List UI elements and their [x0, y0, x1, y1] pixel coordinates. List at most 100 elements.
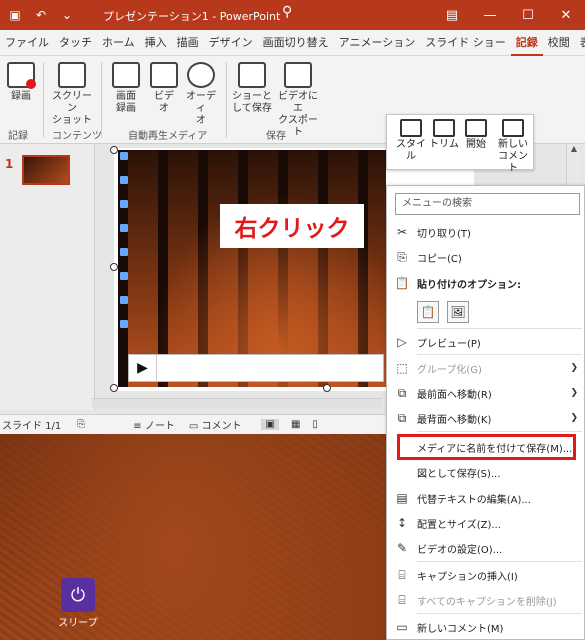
submenu-arrow-icon: ❯ [570, 388, 578, 398]
menu-item-group[interactable]: ⬚ グループ化(G) ❯ [387, 356, 585, 380]
play-icon[interactable]: ▶ [129, 355, 157, 381]
seek-bar[interactable] [157, 355, 383, 381]
tab-slideshow[interactable]: スライド ショー [420, 30, 511, 56]
accessibility-icon[interactable]: ⎘ [77, 419, 85, 430]
audio-label-1: オーディ [186, 91, 216, 114]
tab-animations[interactable]: アニメーション [334, 30, 421, 56]
menu-item-bring-to-front[interactable]: ⧉ 最前面へ移動(R) ❯ [387, 381, 585, 405]
start-label: 開始 [466, 139, 486, 150]
slide-number: 1 [5, 157, 14, 171]
trim-icon [433, 119, 455, 137]
menu-item-label: メディアに名前を付けて保存(M)... [417, 443, 573, 455]
tab-design[interactable]: デザイン [204, 30, 258, 56]
scissors-icon: ✂ [396, 225, 408, 239]
resize-handle[interactable] [110, 146, 118, 154]
group-label-autoplay-media: 自動再生メディア [128, 131, 208, 142]
video-object[interactable] [118, 150, 386, 387]
start-icon [465, 119, 487, 137]
menu-item-save-media-as[interactable]: メディアに名前を付けて保存(M)... [387, 435, 585, 459]
group-label-record: 記録 [8, 131, 28, 142]
notes-button[interactable]: ≡ ノート [133, 417, 175, 432]
tab-record[interactable]: 記録 [510, 30, 543, 56]
trim-button[interactable]: トリム [429, 119, 459, 151]
slide-sorter-icon[interactable]: ▦ [291, 419, 300, 430]
tab-touch[interactable]: タッチ [54, 30, 97, 56]
slide-counter: スライド 1/1 [2, 421, 62, 432]
normal-view-icon[interactable]: ▣ [261, 419, 279, 430]
menu-item-label: ビデオの設定(O)... [417, 544, 503, 556]
paste-keep-source-icon[interactable]: 📋 [417, 301, 439, 323]
menu-item-label: 配置とサイズ(Z)... [417, 519, 501, 531]
context-menu: メニューの検索 ✂ 切り取り(T) ⎘ コピー(C) 📋 貼り付けのオプション:… [386, 185, 585, 640]
close-icon[interactable]: ✕ [547, 0, 585, 30]
horizontal-scrollbar[interactable] [92, 398, 382, 408]
save-icon[interactable]: ▣ [4, 4, 26, 26]
minimize-icon[interactable]: — [471, 0, 509, 30]
menu-item-video-settings[interactable]: ✎ ビデオの設定(O)... [387, 536, 585, 560]
tab-transitions[interactable]: 画面切り替え [258, 30, 334, 56]
slide-thumbnail[interactable] [22, 155, 70, 185]
remove-captions-icon: ⌸ [398, 592, 406, 607]
export-video-icon [284, 62, 312, 88]
thumbnail-pane: 1 [0, 144, 95, 410]
menu-item-edit-alt-text[interactable]: ▤ 代替テキストの編集(A)... [387, 486, 585, 510]
title-bar: ▣ ↶ ⌄ プレゼンテーション1 - PowerPoint ⚲ ▤ — ☐ ✕ [0, 0, 585, 30]
audio-button[interactable]: オーディ オ [182, 62, 220, 127]
resize-handle[interactable] [110, 384, 118, 392]
scroll-up-icon[interactable]: ▲ [568, 144, 580, 156]
menu-item-copy[interactable]: ⎘ コピー(C) [387, 245, 585, 269]
save-as-show-label-2: して保存 [232, 103, 272, 114]
menu-item-label: 貼り付けのオプション: [417, 279, 521, 291]
tab-draw[interactable]: 描画 [172, 30, 204, 56]
menu-item-save-as-picture[interactable]: 図として保存(S)... [387, 460, 585, 484]
desktop-icon-sleep[interactable]: ⏻ スリープ [56, 578, 100, 629]
menu-item-preview[interactable]: ▷ プレビュー(P) [387, 330, 585, 354]
film-icon [150, 62, 178, 88]
video-button[interactable]: ビデ オ [148, 62, 180, 115]
resize-handle[interactable] [110, 263, 118, 271]
reading-view-icon[interactable]: ▯ [312, 419, 318, 430]
record-button[interactable]: 録画 [4, 62, 38, 103]
menu-item-remove-captions[interactable]: ⌸ すべてのキャプションを削除(J) [387, 588, 585, 612]
new-comment-label-2: コメント [498, 151, 528, 174]
paste-option-buttons: 📋 🖼 [417, 301, 469, 323]
bring-front-icon: ⧉ [397, 385, 407, 400]
group-label-content: コンテンツ [52, 131, 102, 142]
comments-button[interactable]: ▭ コメント [189, 417, 242, 432]
tab-insert[interactable]: 挿入 [140, 30, 172, 56]
menu-item-size-position[interactable]: ↕ 配置とサイズ(Z)... [387, 511, 585, 535]
mini-toolbar: スタイル トリム 開始 新しい コメント [386, 114, 534, 174]
video-settings-icon: ✎ [396, 541, 408, 555]
undo-icon[interactable]: ↶ [30, 4, 52, 26]
tab-file[interactable]: ファイル [0, 30, 54, 56]
copy-icon: ⎘ [397, 249, 407, 264]
dropdown-icon[interactable]: ⌄ [56, 4, 78, 26]
paste-as-picture-icon[interactable]: 🖼 [447, 301, 469, 323]
style-button[interactable]: スタイル [393, 119, 429, 163]
menu-separator [417, 561, 582, 562]
screenshot-button[interactable]: スクリーン ショット [49, 62, 95, 127]
search-icon[interactable]: ⚲ [282, 4, 292, 20]
video-desktop-icons [120, 152, 132, 352]
start-button[interactable]: 開始 [461, 119, 491, 151]
menu-separator [417, 431, 582, 432]
record-label: 録画 [11, 91, 31, 102]
menu-item-insert-captions[interactable]: ⌸ キャプションの挿入(I) [387, 563, 585, 587]
ribbon-display-icon[interactable]: ▤ [433, 0, 471, 30]
tab-home[interactable]: ホーム [97, 30, 140, 56]
menu-search-input[interactable]: メニューの検索 [395, 193, 580, 215]
maximize-icon[interactable]: ☐ [509, 0, 547, 30]
menu-separator [417, 328, 582, 329]
screen-recording-label-2: 録画 [116, 103, 136, 114]
speaker-icon [187, 62, 215, 88]
menu-item-cut[interactable]: ✂ 切り取り(T) [387, 220, 585, 244]
new-comment-button[interactable]: 新しい コメント [495, 119, 531, 175]
tab-view[interactable]: 表示 [575, 30, 585, 56]
resize-handle[interactable] [323, 384, 331, 392]
screen-recording-button[interactable]: 画面 録画 [106, 62, 146, 115]
save-as-show-button[interactable]: ショーと して保存 [232, 62, 272, 115]
menu-item-new-comment[interactable]: ▭ 新しいコメント(M) [387, 615, 585, 639]
play-outline-icon: ▷ [397, 335, 407, 349]
tab-review[interactable]: 校閲 [543, 30, 575, 56]
menu-item-send-to-back[interactable]: ⧉ 最背面へ移動(K) ❯ [387, 406, 585, 430]
